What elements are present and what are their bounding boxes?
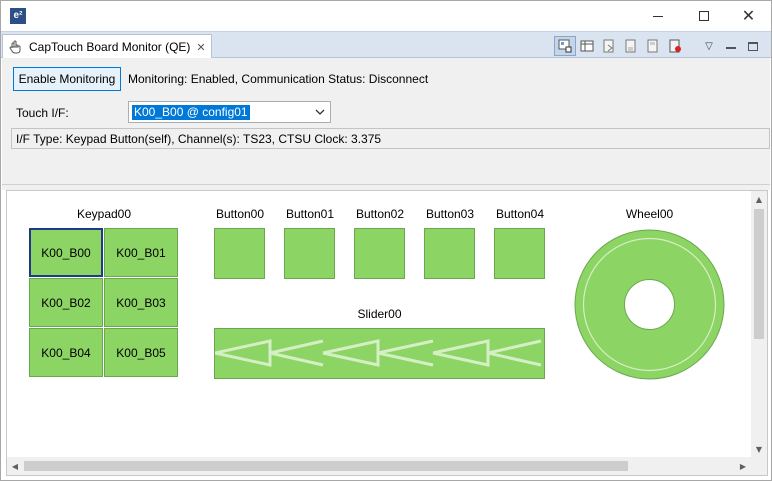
button04-label: Button04 bbox=[495, 207, 545, 221]
maximize-window-button[interactable] bbox=[681, 1, 726, 31]
vertical-scroll-thumb[interactable] bbox=[754, 209, 764, 339]
button03-sensor[interactable] bbox=[424, 228, 475, 279]
wheel00-sensor[interactable] bbox=[574, 229, 725, 380]
keypad-key-k00-b03[interactable]: K00_B03 bbox=[104, 278, 178, 327]
key-label: K00_B05 bbox=[116, 345, 166, 360]
app-window: e² ✕ CapTouch Board Monitor (QE) ✕ ▽ Ena… bbox=[0, 0, 772, 481]
control-panel: Enable Monitoring Monitoring: Enabled, C… bbox=[2, 58, 770, 184]
touch-if-label: Touch I/F: bbox=[16, 106, 69, 120]
monitoring-status-text: Monitoring: Enabled, Communication Statu… bbox=[128, 72, 429, 86]
save-icon bbox=[625, 39, 636, 53]
button04-sensor[interactable] bbox=[494, 228, 545, 279]
button01-label: Button01 bbox=[285, 207, 335, 221]
keypad-key-k00-b05[interactable]: K00_B05 bbox=[104, 328, 178, 377]
button03-label: Button03 bbox=[425, 207, 475, 221]
keypad-key-k00-b00[interactable]: K00_B00 bbox=[29, 228, 103, 277]
scroll-corner bbox=[751, 457, 767, 475]
monitor-board-icon bbox=[558, 39, 572, 53]
stop-record-button[interactable] bbox=[664, 36, 686, 56]
horizontal-scrollbar[interactable]: ◀ ▶ bbox=[7, 457, 751, 475]
save-as-button[interactable] bbox=[642, 36, 664, 56]
button00-label: Button00 bbox=[215, 207, 265, 221]
keypad-key-k00-b02[interactable]: K00_B02 bbox=[29, 278, 103, 327]
minimize-window-button[interactable] bbox=[635, 1, 680, 31]
tab-captouch-board-monitor[interactable]: CapTouch Board Monitor (QE) ✕ bbox=[2, 34, 212, 59]
minimize-view-button[interactable] bbox=[720, 36, 742, 56]
button02-label: Button02 bbox=[355, 207, 405, 221]
scroll-left-icon[interactable]: ◀ bbox=[7, 457, 23, 475]
save-as-icon bbox=[647, 39, 658, 53]
stop-record-icon bbox=[669, 39, 681, 53]
keypad-key-k00-b01[interactable]: K00_B01 bbox=[104, 228, 178, 277]
button01-sensor[interactable] bbox=[284, 228, 335, 279]
enable-monitoring-button[interactable]: Enable Monitoring bbox=[13, 67, 121, 91]
minimize-icon bbox=[652, 15, 663, 17]
slider00-sensor[interactable] bbox=[214, 328, 545, 379]
board-monitor-canvas: Keypad00 K00_B00 K00_B01 K00_B02 K00_B03… bbox=[7, 191, 751, 457]
export-button[interactable] bbox=[598, 36, 620, 56]
maximize-icon bbox=[698, 11, 709, 21]
key-label: K00_B02 bbox=[41, 295, 91, 310]
scroll-up-icon[interactable]: ▲ bbox=[751, 191, 767, 207]
monitor-table-button[interactable] bbox=[576, 36, 598, 56]
title-bar: e² ✕ bbox=[1, 1, 771, 31]
maximize-view-icon bbox=[748, 41, 758, 51]
chevron-down-icon bbox=[315, 109, 325, 115]
scroll-down-icon[interactable]: ▼ bbox=[751, 441, 767, 457]
horizontal-scroll-thumb[interactable] bbox=[24, 461, 628, 471]
monitor-table-icon bbox=[580, 40, 594, 52]
view-menu-button[interactable]: ▽ bbox=[698, 36, 720, 56]
key-label: K00_B03 bbox=[116, 295, 166, 310]
keypad-title: Keypad00 bbox=[76, 207, 132, 221]
slider-title: Slider00 bbox=[357, 307, 402, 321]
export-icon bbox=[603, 39, 614, 53]
close-window-button[interactable]: ✕ bbox=[726, 1, 771, 31]
maximize-view-button[interactable] bbox=[742, 36, 764, 56]
button00-sensor[interactable] bbox=[214, 228, 265, 279]
scroll-right-icon[interactable]: ▶ bbox=[735, 457, 751, 475]
hand-touch-icon bbox=[9, 40, 23, 54]
key-label: K00_B01 bbox=[116, 245, 166, 260]
tab-label: CapTouch Board Monitor (QE) bbox=[29, 40, 191, 54]
close-icon: ✕ bbox=[741, 6, 756, 25]
view-tab-bar: CapTouch Board Monitor (QE) ✕ ▽ bbox=[1, 31, 771, 59]
tab-close-icon[interactable]: ✕ bbox=[196, 41, 205, 54]
key-label: K00_B04 bbox=[41, 345, 91, 360]
chevron-down-icon: ▽ bbox=[705, 40, 713, 52]
view-toolbar bbox=[554, 36, 686, 56]
touch-if-selected-value: K00_B00 @ config01 bbox=[132, 105, 250, 120]
key-label: K00_B00 bbox=[41, 245, 91, 260]
wheel-title: Wheel00 bbox=[625, 207, 674, 221]
app-logo-icon: e² bbox=[10, 8, 26, 24]
slider-chevron-pattern bbox=[214, 339, 542, 367]
keypad-key-k00-b04[interactable]: K00_B04 bbox=[29, 328, 103, 377]
view-menu-controls: ▽ bbox=[698, 36, 764, 56]
board-monitor-canvas-frame: Keypad00 K00_B00 K00_B01 K00_B02 K00_B03… bbox=[6, 190, 768, 476]
interface-info-bar: I/F Type: Keypad Button(self), Channel(s… bbox=[11, 128, 770, 149]
save-button[interactable] bbox=[620, 36, 642, 56]
touch-if-select[interactable]: K00_B00 @ config01 bbox=[128, 101, 331, 123]
minimize-view-icon bbox=[726, 47, 736, 49]
monitor-board-button[interactable] bbox=[554, 36, 576, 56]
button02-sensor[interactable] bbox=[354, 228, 405, 279]
vertical-scrollbar[interactable]: ▲ ▼ bbox=[751, 191, 767, 457]
